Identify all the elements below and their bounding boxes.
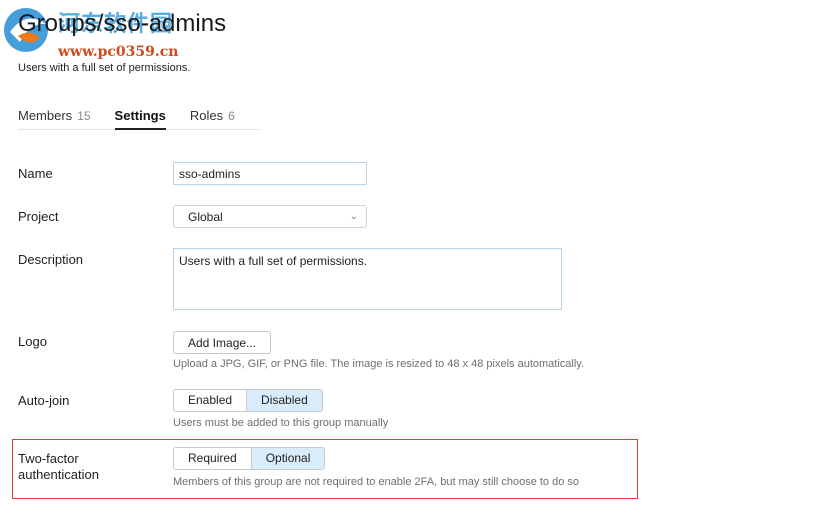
highlight-box xyxy=(12,439,638,499)
tab-settings[interactable]: Settings xyxy=(114,104,167,130)
two-factor-toggle: Required Optional xyxy=(173,447,326,470)
description-textarea[interactable]: Users with a full set of permissions. xyxy=(173,248,562,310)
tab-bar: Members 15 Settings Roles 6 xyxy=(18,104,259,130)
two-factor-label-line2: authentication xyxy=(18,467,99,482)
logo-help-text: Upload a JPG, GIF, or PNG file. The imag… xyxy=(173,358,585,370)
tab-settings-label: Settings xyxy=(114,108,166,123)
description-label: Description xyxy=(18,252,84,267)
tab-roles-label: Roles xyxy=(189,108,224,123)
two-factor-required-option[interactable]: Required xyxy=(174,448,251,469)
tab-members-count: 15 xyxy=(77,109,91,123)
auto-join-disabled-option[interactable]: Disabled xyxy=(246,390,322,411)
project-select[interactable]: Global ⌄ xyxy=(173,205,367,228)
tab-roles[interactable]: Roles 6 xyxy=(190,104,235,129)
add-image-button[interactable]: Add Image... xyxy=(173,331,272,354)
project-label: Project xyxy=(18,209,59,224)
two-factor-label: Two-factor authentication xyxy=(18,451,99,483)
two-factor-label-line1: Two-factor xyxy=(18,451,79,466)
two-factor-help-text: Members of this group are not required t… xyxy=(173,476,580,488)
name-input[interactable] xyxy=(173,162,367,185)
page-title: Groups/sso-admins xyxy=(18,10,227,37)
chevron-down-icon: ⌄ xyxy=(349,211,358,222)
auto-join-help-text: Users must be added to this group manual… xyxy=(173,417,389,429)
page-subtitle: Users with a full set of permissions. xyxy=(18,62,191,74)
project-select-value: Global xyxy=(188,210,223,224)
auto-join-label: Auto-join xyxy=(18,393,70,408)
auto-join-toggle: Enabled Disabled xyxy=(173,389,323,412)
name-label: Name xyxy=(18,166,53,181)
tab-members-label: Members xyxy=(18,108,73,123)
tab-members[interactable]: Members 15 xyxy=(18,104,91,129)
watermark-url: www.pc0359.cn xyxy=(58,44,179,60)
tab-roles-count: 6 xyxy=(228,109,235,123)
two-factor-optional-option[interactable]: Optional xyxy=(250,448,325,469)
logo-label: Logo xyxy=(18,334,47,349)
auto-join-enabled-option[interactable]: Enabled xyxy=(174,390,247,411)
